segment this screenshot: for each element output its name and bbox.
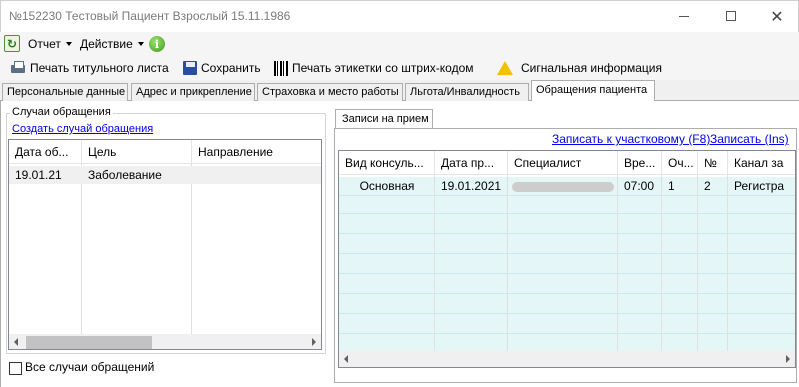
refresh-icon[interactable]: ↻ (4, 35, 20, 52)
tab-benefits[interactable]: Льгота/Инвалидность (405, 83, 529, 101)
column-header-specialist[interactable]: Специалист (508, 151, 618, 175)
table-row[interactable]: 19.01.21 Заболевание (9, 166, 321, 184)
tab-appointments[interactable]: Записи на прием (335, 109, 433, 129)
column-divider (81, 164, 82, 334)
warning-icon (497, 61, 513, 75)
column-header-channel[interactable]: Канал за (728, 151, 795, 175)
cell-date: 19.01.2021 (441, 179, 502, 193)
tab-personal-data[interactable]: Персональные данные (2, 83, 128, 101)
window-title: №152230 Тестовый Пациент Взрослый 15.11.… (9, 9, 291, 23)
column-header-type[interactable]: Вид консуль... (339, 151, 435, 175)
appointments-grid[interactable]: Вид консуль... Дата пр... Специалист Вре… (338, 150, 796, 368)
close-icon: ✕ (770, 6, 784, 26)
menu-report[interactable]: Отчет (28, 36, 72, 52)
cases-grid-header: Дата об... Цель Направление (9, 140, 321, 164)
menu-bar: ↻ Отчет Действие i (0, 32, 799, 56)
print-barcode-button[interactable]: Печать этикетки со штрих-кодом (274, 59, 474, 77)
tab-address[interactable]: Адрес и прикрепление (131, 83, 255, 101)
tab-label: Льгота/Инвалидность (410, 86, 520, 98)
column-divider (434, 175, 435, 351)
tab-label: Обращения пациента (536, 84, 648, 96)
print-barcode-label: Печать этикетки со штрих-кодом (292, 61, 474, 75)
cases-grid[interactable]: Дата об... Цель Направление 19.01.21 Заб… (8, 139, 322, 350)
minimize-icon (679, 15, 689, 17)
column-header-date[interactable]: Дата пр... (435, 151, 508, 175)
menu-action[interactable]: Действие (80, 36, 144, 52)
scroll-left-icon[interactable] (14, 338, 18, 346)
scroll-right-icon[interactable] (786, 355, 790, 363)
appointments-grid-header: Вид консуль... Дата пр... Специалист Вре… (339, 151, 795, 175)
printer-icon (10, 61, 26, 75)
tab-label: Записи на прием (342, 113, 429, 125)
redacted-specialist (512, 182, 614, 192)
column-header-date[interactable]: Дата об... (9, 140, 82, 164)
cell-direction (192, 166, 321, 184)
menu-action-label: Действие (80, 37, 133, 51)
chevron-down-icon (137, 42, 144, 46)
create-case-link[interactable]: Создать случай обращения (12, 123, 153, 135)
column-divider (507, 175, 508, 351)
info-icon[interactable]: i (149, 36, 165, 52)
column-header-goal[interactable]: Цель (82, 140, 192, 164)
save-icon (183, 61, 197, 75)
barcode-icon (274, 60, 288, 76)
column-header-time[interactable]: Вре... (618, 151, 662, 175)
save-label: Сохранить (201, 61, 261, 75)
all-cases-label: Все случаи обращений (25, 360, 155, 374)
all-cases-checkbox[interactable] (9, 362, 22, 375)
tab-label: Адрес и прикрепление (136, 86, 252, 98)
horizontal-scrollbar[interactable] (9, 334, 321, 349)
cell-specialist (508, 177, 618, 195)
cell-number: 2 (704, 179, 711, 193)
close-button[interactable]: ✕ (754, 1, 799, 31)
cell-goal: Заболевание (88, 168, 162, 182)
cell-type: Основная (359, 179, 415, 193)
save-button[interactable]: Сохранить (183, 59, 261, 77)
toolbar: Печать титульного листа Сохранить Печать… (0, 56, 799, 80)
minimize-button[interactable] (661, 1, 707, 31)
cell-queue: 1 (668, 179, 675, 193)
tab-strip: Персональные данные Адрес и прикрепление… (0, 80, 799, 101)
record-to-district-link[interactable]: Записать к участковому (F8) (552, 132, 710, 146)
record-link[interactable]: Записать (Ins) (710, 132, 789, 146)
tab-insurance[interactable]: Страховка и место работы (257, 83, 403, 101)
chevron-down-icon (65, 42, 72, 46)
column-divider (191, 164, 192, 334)
cell-channel: Регистра (734, 179, 785, 193)
column-divider (661, 175, 662, 351)
cell-date: 19.01.21 (15, 168, 62, 182)
column-header-number[interactable]: № (698, 151, 728, 175)
tab-label: Персональные данные (7, 86, 126, 98)
tab-patient-visits[interactable]: Обращения пациента (531, 80, 655, 101)
column-header-queue[interactable]: Оч... (662, 151, 698, 175)
column-divider (697, 175, 698, 351)
signal-info-button[interactable]: Сигнальная информация (497, 59, 662, 77)
signal-info-label: Сигнальная информация (521, 61, 662, 75)
maximize-icon (726, 11, 736, 21)
cell-time: 07:00 (624, 179, 655, 193)
print-title-label: Печать титульного листа (30, 61, 169, 75)
print-title-button[interactable]: Печать титульного листа (10, 59, 169, 77)
window-titlebar: №152230 Тестовый Пациент Взрослый 15.11.… (0, 0, 799, 32)
column-divider (727, 175, 728, 351)
column-divider (617, 175, 618, 351)
scroll-right-icon[interactable] (312, 338, 316, 346)
horizontal-scrollbar[interactable] (339, 351, 795, 367)
scroll-left-icon[interactable] (344, 355, 348, 363)
menu-report-label: Отчет (28, 37, 61, 51)
tab-label: Страховка и место работы (262, 86, 399, 98)
cases-group-title: Случаи обращения (10, 106, 113, 118)
column-header-direction[interactable]: Направление (192, 140, 321, 164)
maximize-button[interactable] (708, 1, 754, 31)
scrollbar-thumb[interactable] (26, 336, 152, 349)
